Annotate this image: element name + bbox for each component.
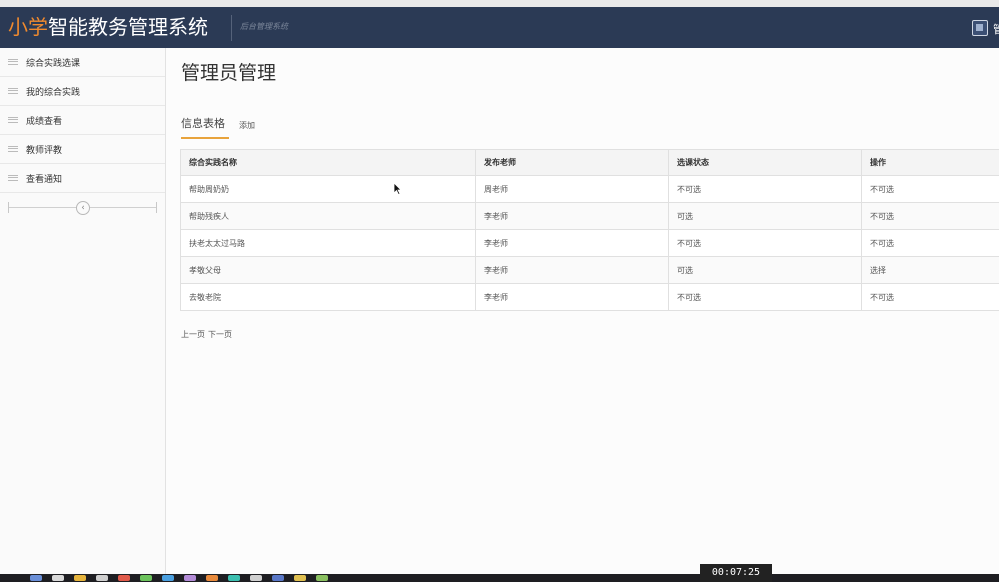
table-row: 去敬老院 李老师 不可选 不可选 xyxy=(180,283,999,311)
sidebar: 综合实践选课 我的综合实践 成绩查看 教师评教 查看通知 ‹ xyxy=(0,48,166,574)
row-action[interactable]: 不可选 xyxy=(861,175,999,203)
video-timestamp: 00:07:25 xyxy=(700,564,772,582)
table-cell: 李老师 xyxy=(475,229,669,257)
table-cell: 孝敬父母 xyxy=(180,256,476,284)
sidebar-item-grades[interactable]: 成绩查看 xyxy=(0,106,165,135)
sidebar-item-practice-selection[interactable]: 综合实践选课 xyxy=(0,48,165,77)
dock-app-icon[interactable] xyxy=(140,575,152,581)
table-cell: 可选 xyxy=(668,256,862,284)
dock-app-icon[interactable] xyxy=(316,575,328,581)
sidebar-item-my-practice[interactable]: 我的综合实践 xyxy=(0,77,165,106)
os-dock xyxy=(0,574,999,582)
table-cell: 李老师 xyxy=(475,256,669,284)
row-action-select[interactable]: 选择 xyxy=(861,256,999,284)
table-cell: 不可选 xyxy=(668,283,862,311)
table-row: 帮助周奶奶 周老师 不可选 不可选 xyxy=(180,175,999,203)
menu-lines-icon xyxy=(8,175,18,181)
dock-app-icon[interactable] xyxy=(272,575,284,581)
window-top-strip xyxy=(0,0,999,7)
table-header-row: 综合实践名称 发布老师 选课状态 操作 xyxy=(180,149,999,176)
table-cell: 可选 xyxy=(668,202,862,230)
tab-info-table[interactable]: 信息表格 xyxy=(181,115,229,139)
app-title-rest: 智能教务管理系统 xyxy=(48,15,208,39)
table-cell: 帮助周奶奶 xyxy=(180,175,476,203)
sidebar-item-notices[interactable]: 查看通知 xyxy=(0,164,165,193)
row-action[interactable]: 不可选 xyxy=(861,229,999,257)
menu-lines-icon xyxy=(8,146,18,152)
table-cell: 不可选 xyxy=(668,229,862,257)
tab-bar: 信息表格 添加 xyxy=(181,115,255,139)
chevron-left-icon[interactable]: ‹ xyxy=(76,201,90,215)
dock-app-icon[interactable] xyxy=(74,575,86,581)
header-divider xyxy=(231,15,232,41)
app-header: 小学智能教务管理系统 后台管理系统 管 xyxy=(0,7,999,48)
tab-add[interactable]: 添加 xyxy=(239,120,255,139)
dock-app-icon[interactable] xyxy=(228,575,240,581)
mouse-pointer-icon xyxy=(393,182,402,195)
menu-lines-icon xyxy=(8,59,18,65)
sidebar-item-teacher-evaluation[interactable]: 教师评教 xyxy=(0,135,165,164)
sidebar-item-label: 综合实践选课 xyxy=(26,58,81,69)
table-cell: 去敬老院 xyxy=(180,283,476,311)
table-cell: 不可选 xyxy=(668,175,862,203)
dock-app-icon[interactable] xyxy=(118,575,130,581)
column-header: 操作 xyxy=(861,149,999,176)
app-title-highlight: 小学 xyxy=(8,15,48,39)
sidebar-item-label: 教师评教 xyxy=(26,145,63,156)
dock-app-icon[interactable] xyxy=(162,575,174,581)
main-content: 管理员管理 信息表格 添加 综合实践名称 发布老师 选课状态 操作 帮助周奶奶 … xyxy=(166,48,999,574)
menu-lines-icon xyxy=(8,117,18,123)
dock-icons xyxy=(30,575,338,581)
dock-app-icon[interactable] xyxy=(96,575,108,581)
pagination: 上一页 下一页 xyxy=(181,329,235,340)
sidebar-item-label: 我的综合实践 xyxy=(26,87,81,98)
table-row: 扶老太太过马路 李老师 不可选 不可选 xyxy=(180,229,999,257)
dock-app-icon[interactable] xyxy=(184,575,196,581)
column-header: 发布老师 xyxy=(475,149,669,176)
app-subtitle: 后台管理系统 xyxy=(240,22,288,31)
sidebar-item-label: 查看通知 xyxy=(26,174,63,185)
app-title: 小学智能教务管理系统 xyxy=(8,15,208,39)
table-cell: 周老师 xyxy=(475,175,669,203)
dock-app-icon[interactable] xyxy=(250,575,262,581)
table-row: 帮助残疾人 李老师 可选 不可选 xyxy=(180,202,999,230)
data-table: 综合实践名称 发布老师 选课状态 操作 帮助周奶奶 周老师 不可选 不可选 帮助… xyxy=(180,149,999,311)
table-row: 孝敬父母 李老师 可选 选择 xyxy=(180,256,999,284)
prev-page-link[interactable]: 上一页 xyxy=(181,330,205,339)
sidebar-collapse-row: ‹ xyxy=(0,193,165,223)
table-cell: 帮助残疾人 xyxy=(180,202,476,230)
row-action[interactable]: 不可选 xyxy=(861,283,999,311)
dock-app-icon[interactable] xyxy=(52,575,64,581)
sidebar-item-label: 成绩查看 xyxy=(26,116,63,127)
page-title: 管理员管理 xyxy=(181,62,277,84)
dock-app-icon[interactable] xyxy=(206,575,218,581)
user-avatar-icon[interactable] xyxy=(972,20,988,36)
menu-lines-icon xyxy=(8,88,18,94)
column-header: 选课状态 xyxy=(668,149,862,176)
next-page-link[interactable]: 下一页 xyxy=(208,330,232,339)
dock-app-icon[interactable] xyxy=(294,575,306,581)
table-cell: 李老师 xyxy=(475,283,669,311)
dock-app-icon[interactable] xyxy=(30,575,42,581)
row-action[interactable]: 不可选 xyxy=(861,202,999,230)
table-cell: 李老师 xyxy=(475,202,669,230)
user-name[interactable]: 管 xyxy=(993,21,999,37)
column-header: 综合实践名称 xyxy=(180,149,476,176)
table-cell: 扶老太太过马路 xyxy=(180,229,476,257)
